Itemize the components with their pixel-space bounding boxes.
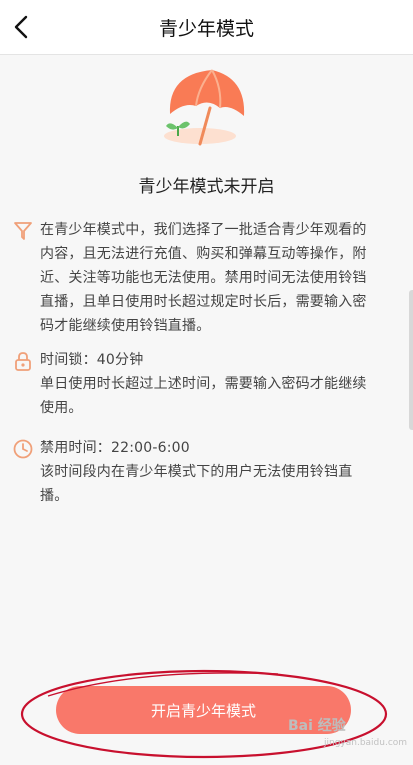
umbrella-sprout-illustration: [164, 69, 245, 146]
intro-line: 直播，且单日使用时长超过规定时长后，需要输入密: [40, 294, 367, 310]
time-lock-title: 时间锁：40分钟: [40, 352, 144, 368]
watermark-logo: Bai 经验: [288, 718, 346, 734]
page-title: 青少年模式: [158, 18, 254, 40]
filter-icon: [14, 222, 32, 240]
disabled-time-section: 禁用时间：22:00-6:00 该时间段内在青少年模式下的用户无法使用铃铛直 播…: [12, 436, 390, 508]
scrollbar[interactable]: [409, 290, 413, 430]
intro-line: 码才能继续使用铃铛直播。: [40, 318, 211, 334]
intro-section: 在青少年模式中，我们选择了一批适合青少年观看的 内容，且无法进行充值、购买和弹幕…: [12, 218, 390, 338]
intro-line: 内容，且无法进行充值、购买和弹幕互动等操作，附: [40, 246, 367, 262]
intro-line: 近、关注等功能也无法使用。禁用时间无法使用铃铛: [40, 270, 367, 286]
time-lock-line: 单日使用时长超过上述时间，需要输入密码才能继续: [40, 376, 367, 392]
header-bar: 青少年模式: [0, 0, 413, 55]
intro-line: 在青少年模式中，我们选择了一批适合青少年观看的: [40, 222, 367, 238]
time-lock-section: 时间锁：40分钟 单日使用时长超过上述时间，需要输入密码才能继续 使用。: [12, 348, 390, 420]
watermark-url: jingyan.baidu.com: [324, 738, 408, 748]
lock-icon: [15, 352, 31, 371]
disabled-time-title: 禁用时间：22:00-6:00: [40, 440, 190, 456]
time-lock-line: 使用。: [40, 400, 83, 416]
clock-icon: [13, 439, 33, 459]
disabled-time-line: 该时间段内在青少年模式下的用户无法使用铃铛直: [40, 464, 353, 480]
disabled-time-line: 播。: [40, 488, 69, 504]
status-text: 青少年模式未开启: [138, 177, 275, 197]
